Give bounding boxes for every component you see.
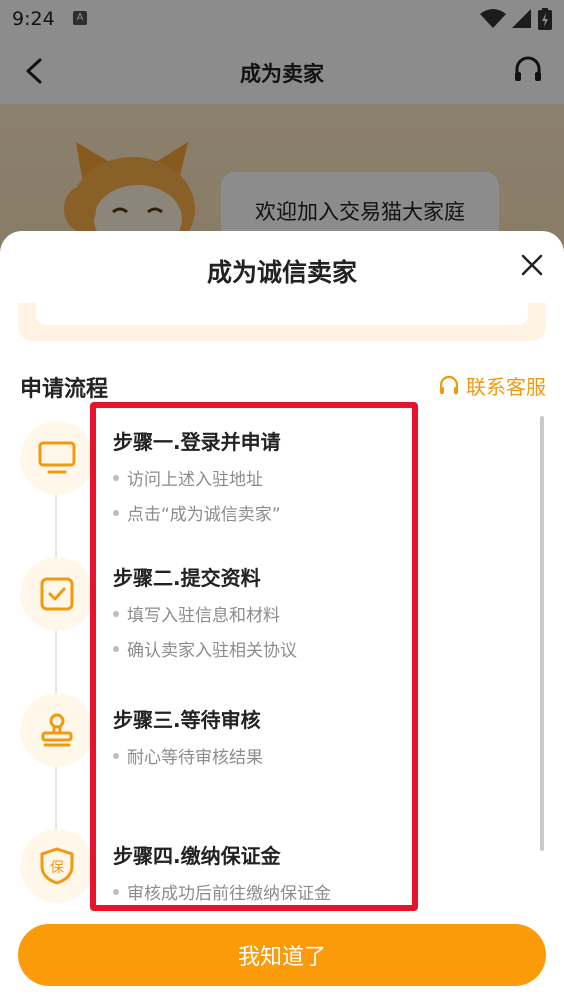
- shield-bao-icon: 保: [40, 847, 74, 885]
- shield-bao-text: 保: [50, 860, 64, 876]
- monitor-icon: [38, 441, 76, 474]
- info-card: [18, 303, 546, 341]
- sheet-title: 成为诚信卖家: [206, 258, 357, 287]
- step-2-icon-wrap: [20, 557, 94, 631]
- section-title: 申请流程: [20, 377, 109, 402]
- contact-service-link[interactable]: 联系客服: [438, 371, 546, 400]
- timeline-line: [55, 456, 57, 856]
- highlight-annotation: [90, 402, 418, 911]
- stamp-icon: [41, 713, 73, 747]
- checkbox-icon: [40, 577, 74, 611]
- info-card-inner: [36, 303, 528, 325]
- step-4-icon-wrap: 保: [20, 829, 94, 903]
- step-1-icon-wrap: [20, 421, 94, 495]
- scrollbar[interactable]: [540, 416, 544, 851]
- headset-icon: [439, 375, 459, 394]
- got-it-button[interactable]: 我知道了: [18, 924, 546, 986]
- contact-label: 联系客服: [466, 375, 546, 399]
- step-3-icon-wrap: [20, 693, 94, 767]
- seller-guide-sheet: 成为诚信卖家 申请流程 联系客服 保 步骤一.登录并申请 访问上述入驻地址 点击…: [0, 231, 564, 1004]
- close-icon[interactable]: [520, 253, 544, 277]
